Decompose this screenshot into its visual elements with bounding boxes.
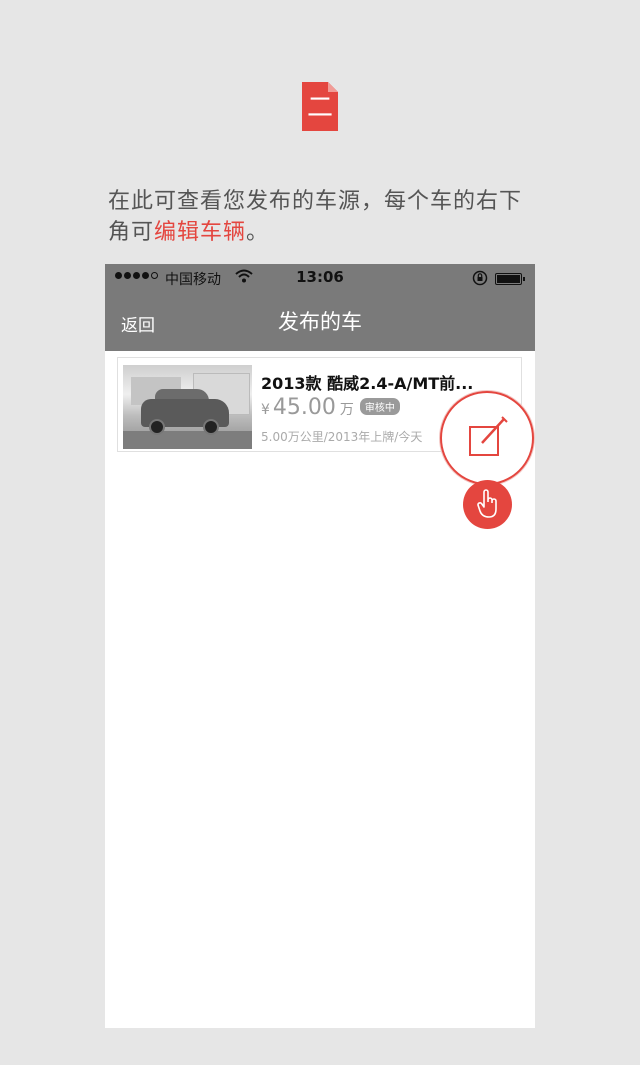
tap-indicator	[463, 480, 512, 529]
status-badge: 审核中	[359, 398, 400, 415]
battery-icon	[495, 273, 525, 285]
status-time: 13:06	[296, 268, 344, 286]
rotation-lock-icon	[472, 270, 488, 286]
currency-symbol: ¥	[261, 402, 270, 418]
edit-button[interactable]	[440, 391, 534, 485]
instruction-highlight: 编辑车辆	[154, 220, 247, 245]
instruction-end: 。	[246, 220, 270, 245]
car-thumbnail	[123, 365, 252, 449]
status-bar: 中国移动 13:06	[105, 264, 535, 293]
phone-screen: 中国移动 13:06 返回 发布的车 2013款 酷威2.4-A/MT前...	[105, 264, 535, 1028]
price-row: ¥ 45.00 万 审核中	[261, 395, 400, 420]
page-title: 发布的车	[278, 310, 362, 334]
price-unit: 万	[339, 402, 354, 418]
edit-icon	[469, 416, 508, 456]
nav-bar: 返回 发布的车	[105, 293, 535, 351]
car-price: 45.00	[272, 395, 336, 420]
car-meta: 5.00万公里/2013年上牌/今天	[261, 430, 423, 444]
hand-pointer-icon	[477, 489, 497, 518]
instruction-text: 在此可查看您发布的车源，每个车的右下角可编辑车辆。	[108, 186, 538, 248]
step-number: 二	[306, 93, 333, 123]
car-title: 2013款 酷威2.4-A/MT前...	[261, 374, 474, 393]
